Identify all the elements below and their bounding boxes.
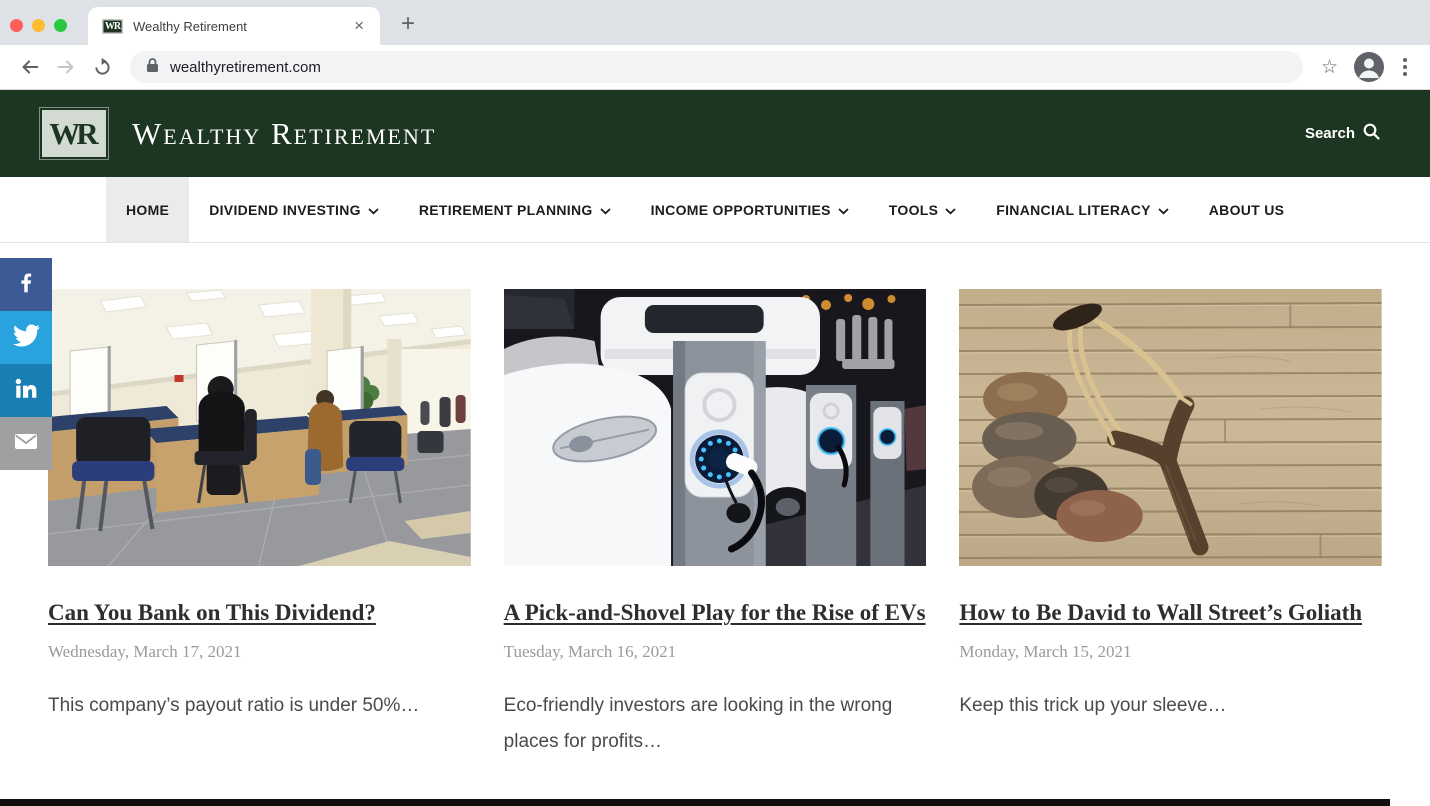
article-excerpt: Keep this trick up your sleeve… <box>959 688 1382 723</box>
linkedin-share-button[interactable] <box>0 364 52 417</box>
latest-articles: Can You Bank on This Dividend? Wednesday… <box>48 289 1382 759</box>
forward-icon[interactable] <box>51 52 81 82</box>
minimize-window-button[interactable] <box>32 19 45 32</box>
article-title[interactable]: How to Be David to Wall Street’s Goliath <box>959 598 1382 628</box>
lock-icon[interactable] <box>146 57 159 78</box>
nav-item-dividend-investing[interactable]: DIVIDEND INVESTING <box>189 177 399 242</box>
logo-monogram: WR <box>42 110 106 157</box>
close-window-button[interactable] <box>10 19 23 32</box>
site-name: Wealthy Retirement <box>132 116 436 152</box>
article-image-slingshot-and-stones[interactable] <box>959 289 1382 566</box>
tab-strip: WR Wealthy Retirement × + <box>0 0 1430 45</box>
article-card: How to Be David to Wall Street’s Goliath… <box>959 289 1382 759</box>
nav-item-home[interactable]: HOME <box>106 177 189 242</box>
twitter-icon <box>13 322 40 354</box>
traffic-lights <box>10 19 67 32</box>
email-share-button[interactable] <box>0 417 52 470</box>
nav-item-tools[interactable]: TOOLS <box>869 177 976 242</box>
twitter-share-button[interactable] <box>0 311 52 364</box>
article-date: Tuesday, March 16, 2021 <box>504 642 927 662</box>
facebook-icon <box>13 269 39 300</box>
site-header: WR Wealthy Retirement Search <box>0 90 1430 177</box>
email-icon <box>12 427 40 460</box>
chevron-down-icon <box>945 202 956 218</box>
facebook-share-button[interactable] <box>0 258 52 311</box>
url-text[interactable]: wealthyretirement.com <box>170 59 321 76</box>
footer-divider-bar <box>0 799 1390 806</box>
article-card: A Pick-and-Shovel Play for the Rise of E… <box>504 289 927 759</box>
article-excerpt: Eco-friendly investors are looking in th… <box>504 688 927 758</box>
back-icon[interactable] <box>15 52 45 82</box>
chevron-down-icon <box>838 202 849 218</box>
article-title[interactable]: A Pick-and-Shovel Play for the Rise of E… <box>504 598 927 628</box>
browser-menu-icon[interactable] <box>1392 52 1418 82</box>
new-tab-button[interactable]: + <box>392 8 424 40</box>
browser-tab[interactable]: WR Wealthy Retirement × <box>88 7 380 45</box>
bookmark-star-icon[interactable]: ☆ <box>1321 56 1338 79</box>
browser-window: WR Wealthy Retirement × + wealthyretirem… <box>0 0 1430 806</box>
tab-title: Wealthy Retirement <box>133 19 352 34</box>
search-icon <box>1363 123 1380 144</box>
social-share-sidebar <box>0 258 52 470</box>
tab-close-icon[interactable]: × <box>352 16 366 36</box>
chevron-down-icon <box>600 202 611 218</box>
article-title[interactable]: Can You Bank on This Dividend? <box>48 598 471 628</box>
zoom-window-button[interactable] <box>54 19 67 32</box>
nav-item-retirement-planning[interactable]: RETIREMENT PLANNING <box>399 177 631 242</box>
site-favicon: WR <box>102 19 123 34</box>
nav-item-income-opportunities[interactable]: INCOME OPPORTUNITIES <box>631 177 869 242</box>
linkedin-icon <box>13 375 39 406</box>
article-date: Monday, March 15, 2021 <box>959 642 1382 662</box>
article-image-bank-branch-interior[interactable] <box>48 289 471 566</box>
chevron-down-icon <box>368 202 379 218</box>
address-bar[interactable]: wealthyretirement.com <box>130 51 1303 83</box>
article-card: Can You Bank on This Dividend? Wednesday… <box>48 289 471 759</box>
nav-item-about-us[interactable]: ABOUT US <box>1189 177 1305 242</box>
nav-item-financial-literacy[interactable]: FINANCIAL LITERACY <box>976 177 1188 242</box>
chevron-down-icon <box>1158 202 1169 218</box>
article-excerpt: This company’s payout ratio is under 50%… <box>48 688 471 723</box>
browser-toolbar: wealthyretirement.com ☆ <box>0 45 1430 90</box>
search-label: Search <box>1305 125 1355 142</box>
profile-avatar[interactable] <box>1354 52 1384 82</box>
reload-icon[interactable] <box>87 52 117 82</box>
main-navigation: HOME DIVIDEND INVESTING RETIREMENT PLANN… <box>0 177 1430 243</box>
article-date: Wednesday, March 17, 2021 <box>48 642 471 662</box>
site-logo[interactable]: WR Wealthy Retirement <box>42 110 436 157</box>
search-button[interactable]: Search <box>1305 123 1380 144</box>
article-image-ev-charging-stations[interactable] <box>504 289 927 566</box>
